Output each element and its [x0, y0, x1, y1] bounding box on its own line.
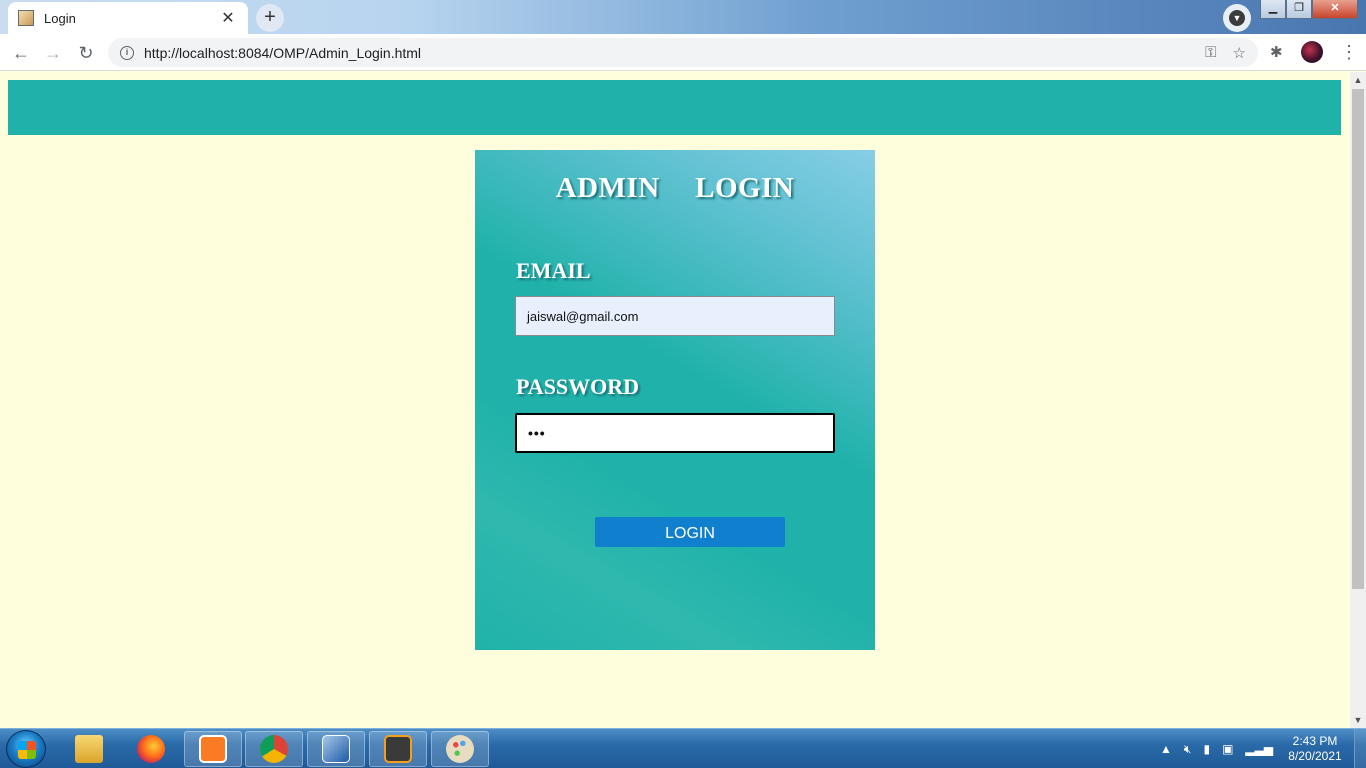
system-tray: ▲ 🔇︎ ▮ ▣ ▂▃▅ — [1160, 729, 1285, 768]
xampp-icon — [199, 735, 227, 763]
show-desktop-button[interactable] — [1354, 729, 1366, 768]
taskbar-xampp[interactable] — [184, 731, 242, 767]
admin-login-card: ADMIN LOGIN EMAIL jaiswal@gmail.com PASS… — [475, 150, 875, 650]
paint-palette-icon — [446, 735, 474, 763]
taskbar-clock[interactable]: 2:43 PM 8/20/2021 — [1283, 734, 1347, 764]
new-tab-button[interactable]: + — [256, 4, 284, 32]
start-button[interactable] — [6, 730, 46, 768]
login-title: ADMIN LOGIN — [555, 172, 795, 204]
profile-avatar[interactable] — [1301, 41, 1323, 63]
page-header-bar — [8, 80, 1341, 135]
firefox-icon — [137, 735, 165, 763]
forward-button[interactable]: → — [40, 40, 66, 66]
browser-toolbar: ← → ↻ i http://localhost:8084/OMP/Admin_… — [0, 34, 1366, 71]
tab-title: Login — [44, 10, 76, 26]
password-label: PASSWORD — [516, 374, 640, 399]
folder-icon — [75, 735, 103, 763]
close-tab-icon[interactable]: ✕ — [218, 8, 238, 28]
taskbar-paint[interactable] — [431, 731, 489, 767]
site-info-icon[interactable]: i — [120, 45, 134, 60]
taskbar-file-explorer[interactable] — [60, 731, 118, 767]
bookmark-star-icon[interactable]: ☆ — [1233, 44, 1246, 62]
taskbar-firefox[interactable] — [122, 731, 180, 767]
page-viewport: ADMIN LOGIN EMAIL jaiswal@gmail.com PASS… — [0, 72, 1350, 728]
sublime-text-icon — [384, 735, 412, 763]
restore-button[interactable]: ❐ — [1286, 0, 1312, 19]
email-label: EMAIL — [516, 258, 591, 283]
scroll-up-icon[interactable]: ▲ — [1350, 72, 1366, 88]
extensions-icon[interactable]: ✱ — [1270, 43, 1283, 61]
window-controls: ▁ ❐ ✕ — [1260, 0, 1358, 20]
volume-muted-icon[interactable]: 🔇︎ — [1184, 742, 1192, 757]
browser-tab[interactable]: Login ✕ — [8, 2, 248, 34]
page-favicon-icon — [18, 10, 34, 26]
email-field[interactable]: jaiswal@gmail.com — [515, 296, 835, 336]
windows-taskbar: ▲ 🔇︎ ▮ ▣ ▂▃▅ 2:43 PM 8/20/2021 — [0, 728, 1366, 768]
taskbar-sublime-text[interactable] — [369, 731, 427, 767]
wifi-icon[interactable]: ▂▃▅ — [1245, 742, 1273, 756]
password-field[interactable]: ••• — [515, 413, 835, 453]
key-icon[interactable]: ⚿ — [1205, 44, 1216, 61]
chevron-down-icon: ▼ — [1229, 10, 1245, 26]
browser-titlebar: Login ✕ + ▼ ▁ ❐ ✕ — [0, 0, 1366, 34]
signal-bars-icon[interactable]: ▮ — [1203, 742, 1210, 756]
login-button[interactable]: LOGIN — [595, 517, 785, 547]
browser-menu-icon[interactable]: ⋮ — [1340, 41, 1358, 63]
virtualbox-icon — [322, 735, 350, 763]
chrome-icon — [260, 735, 288, 763]
taskbar-virtualbox[interactable] — [307, 731, 365, 767]
scroll-thumb[interactable] — [1352, 89, 1364, 589]
windows-logo-icon — [18, 741, 36, 759]
clock-date: 8/20/2021 — [1288, 749, 1342, 763]
url-text[interactable]: http://localhost:8084/OMP/Admin_Login.ht… — [144, 45, 1189, 61]
reload-button[interactable]: ↻ — [73, 40, 99, 66]
tab-search-button[interactable]: ▼ — [1223, 4, 1251, 32]
close-window-button[interactable]: ✕ — [1312, 0, 1358, 19]
address-bar[interactable]: i http://localhost:8084/OMP/Admin_Login.… — [108, 38, 1258, 67]
back-button[interactable]: ← — [8, 40, 34, 66]
minimize-button[interactable]: ▁ — [1260, 0, 1286, 19]
network-error-icon[interactable]: ▣ — [1222, 742, 1233, 756]
clock-time: 2:43 PM — [1292, 734, 1338, 748]
show-hidden-icons-icon[interactable]: ▲ — [1160, 742, 1172, 756]
taskbar-chrome[interactable] — [245, 731, 303, 767]
scroll-down-icon[interactable]: ▼ — [1350, 712, 1366, 728]
page-scrollbar[interactable]: ▲ ▼ — [1350, 72, 1366, 728]
